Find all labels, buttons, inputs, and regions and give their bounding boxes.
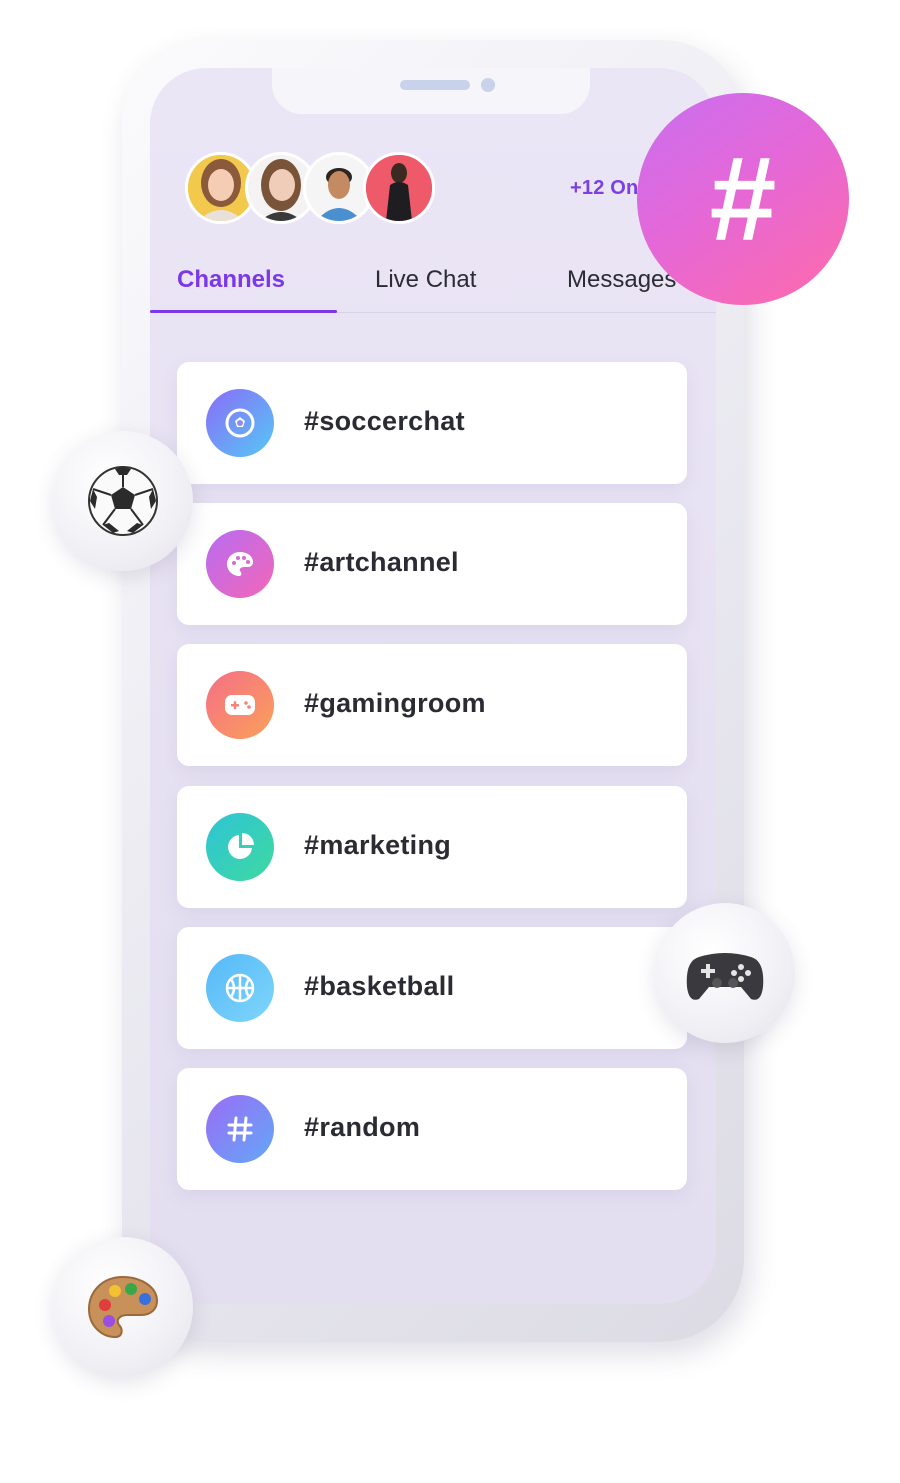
tab-messages[interactable]: Messages [567,266,676,294]
hash-badge-icon: # [637,93,849,305]
front-camera [481,78,495,92]
palette-icon [206,530,274,598]
pie-chart-icon [206,813,274,881]
channel-item-soccerchat[interactable]: #soccerchat [177,362,687,484]
basketball-icon [206,954,274,1022]
game-controller-emoji-icon [655,903,795,1043]
channel-item-marketing[interactable]: #marketing [177,786,687,908]
tab-bar: Channels Live Chat Messages [150,258,716,314]
phone-notch [272,68,590,114]
tab-live-chat[interactable]: Live Chat [375,266,476,294]
artist-palette-emoji-icon [53,1237,193,1377]
speaker-grille [400,80,470,90]
channel-item-gamingroom[interactable]: #gamingroom [177,644,687,766]
soccer-ball-emoji-icon [53,431,193,571]
channel-name: #basketball [304,971,455,1001]
gamepad-icon [206,671,274,739]
channel-name: #marketing [304,830,452,860]
channel-item-basketball[interactable]: #basketball [177,927,687,1049]
soccer-ball-icon [206,389,274,457]
channel-item-artchannel[interactable]: #artchannel [177,503,687,625]
hash-icon [206,1095,274,1163]
avatar[interactable] [363,152,435,224]
channel-name: #gamingroom [304,688,486,718]
active-tab-indicator [150,310,337,313]
channel-item-random[interactable]: #random [177,1068,687,1190]
channel-name: #artchannel [304,547,459,577]
channel-name: #soccerchat [304,406,465,436]
channel-name: #random [304,1112,421,1142]
tab-channels[interactable]: Channels [177,266,285,294]
